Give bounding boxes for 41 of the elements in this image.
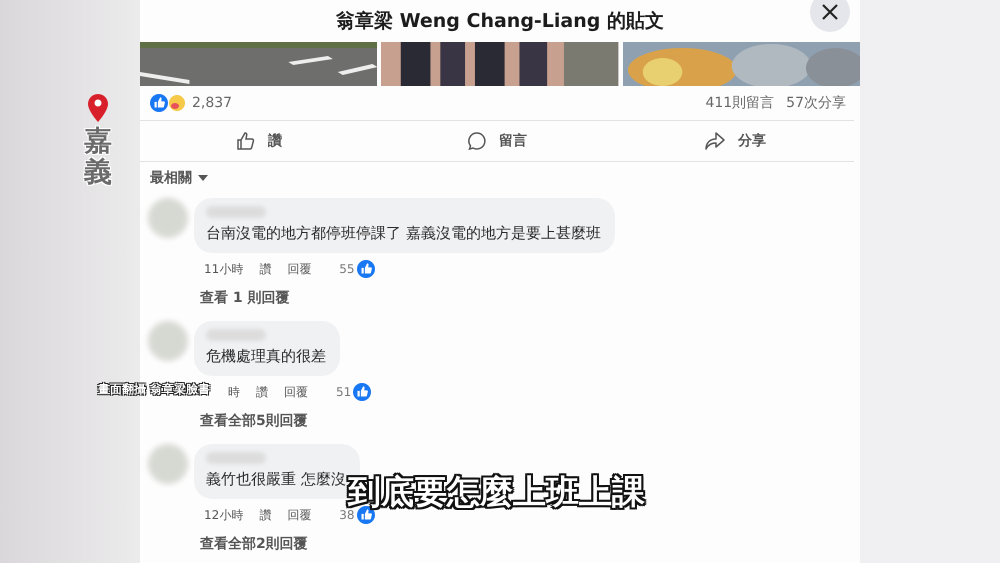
close-button[interactable] xyxy=(810,0,850,32)
comment-time: 12小時 xyxy=(204,506,244,524)
share-arrow-icon xyxy=(704,130,726,151)
thumbs-up-icon xyxy=(353,383,372,401)
avatar xyxy=(148,198,188,238)
comment-text: 義竹也很嚴重 怎麼沒 xyxy=(206,470,346,488)
reply-link[interactable]: 回覆 xyxy=(287,260,312,278)
post-action-button[interactable]: 讚 xyxy=(140,120,378,161)
like-count: 51 xyxy=(336,385,352,399)
post-action-button[interactable]: 分享 xyxy=(616,120,854,161)
thumbs-up-icon xyxy=(356,260,375,278)
close-icon xyxy=(821,3,839,21)
like-link[interactable]: 讚 xyxy=(259,506,272,524)
like-count: 55 xyxy=(339,262,355,276)
reply-link[interactable]: 回覆 xyxy=(287,506,312,524)
post-title: 翁章梁 Weng Chang-Liang 的貼文 xyxy=(336,9,664,34)
like-link[interactable]: 讚 xyxy=(256,384,268,400)
thumbs-up-icon xyxy=(150,94,168,112)
comment-text: 危機處理真的很差 xyxy=(206,347,326,366)
map-pin-icon xyxy=(88,94,108,122)
comment-count[interactable]: 411則留言 xyxy=(705,94,774,112)
speech-bubble-icon xyxy=(467,130,487,151)
comment-text: 台南沒電的地方都停班停課了 嘉義沒電的地方是要上甚麼班 xyxy=(206,224,601,243)
view-replies-link[interactable]: 查看全部5則回覆 xyxy=(200,412,308,430)
location-caption: 嘉義 xyxy=(84,126,112,188)
thumbs-up-icon xyxy=(236,130,256,151)
like-link[interactable]: 讚 xyxy=(259,260,272,278)
source-credit: 畫面翻攝 翁章梁臉書 xyxy=(98,381,210,398)
share-count[interactable]: 57次分享 xyxy=(786,94,846,112)
hug-emoji-icon xyxy=(168,94,186,112)
reply-link[interactable]: 回覆 xyxy=(284,384,308,400)
sort-dropdown[interactable]: 最相關 xyxy=(144,168,214,188)
comment-time: 11小時 xyxy=(204,260,244,278)
view-replies-link[interactable]: 查看 1 則回覆 xyxy=(200,289,290,307)
post-action-button[interactable]: 留言 xyxy=(378,120,616,161)
comment-time: 時 xyxy=(228,384,240,400)
avatar xyxy=(148,444,188,484)
reaction-count: 2,837 xyxy=(192,94,232,111)
avatar xyxy=(148,321,188,361)
view-replies-link[interactable]: 查看全部2則回覆 xyxy=(200,535,308,553)
caret-icon xyxy=(198,175,208,181)
